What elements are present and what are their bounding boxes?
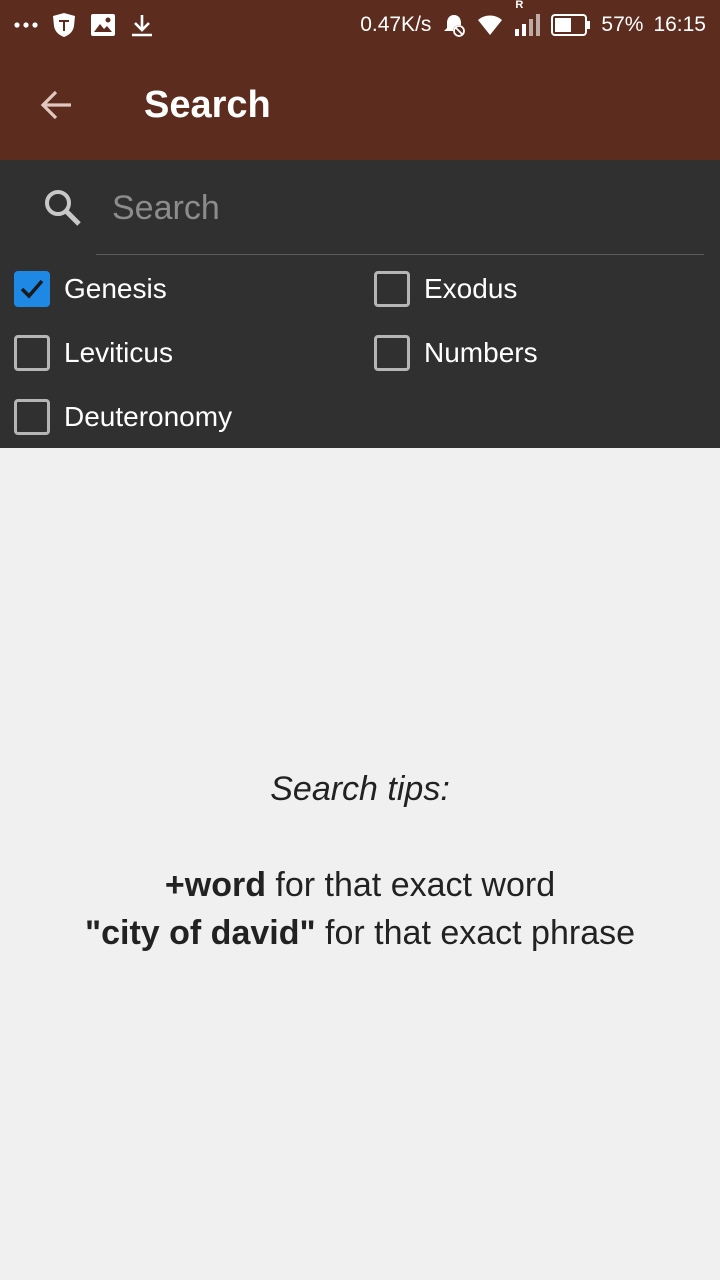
check-icon [20, 279, 44, 299]
book-label: Genesis [64, 273, 167, 304]
image-icon [90, 13, 116, 37]
tip-exact-word-syntax: +word [164, 866, 266, 904]
status-bar: 0.47K/s R 57% 16:15 [0, 0, 720, 50]
tip-exact-phrase-syntax: "city of david" [84, 914, 316, 952]
book-checkbox-numbers[interactable]: Numbers [360, 321, 720, 385]
tip-exact-word: +word for that exact word [0, 861, 720, 909]
search-underline [96, 254, 704, 255]
search-input[interactable] [96, 178, 704, 238]
book-checkbox-genesis[interactable]: Genesis [0, 257, 360, 321]
battery-icon [551, 14, 591, 36]
book-checkbox-deuteronomy[interactable]: Deuteronomy [0, 385, 360, 449]
more-notifications-icon [14, 21, 38, 29]
tip-exact-word-text: for that exact word [265, 866, 556, 904]
status-right: 0.47K/s R 57% 16:15 [360, 0, 706, 38]
tips-title: Search tips: [270, 770, 450, 808]
checkbox[interactable] [14, 335, 50, 371]
checkbox[interactable] [14, 399, 50, 435]
search-tips: Search tips: +word for that exact word "… [0, 770, 720, 957]
shield-icon [52, 12, 76, 38]
arrow-left-icon [40, 90, 71, 120]
alarm-off-icon [441, 12, 467, 38]
search-icon [0, 160, 96, 256]
battery-level: 57% [601, 13, 644, 36]
back-button[interactable] [0, 50, 112, 160]
book-label: Numbers [424, 337, 538, 368]
book-filter-grid: Genesis Exodus Leviticus Numbers Deutero… [0, 256, 720, 449]
checkbox[interactable] [374, 271, 410, 307]
roaming-indicator: R [515, 0, 524, 11]
book-checkbox-leviticus[interactable]: Leviticus [0, 321, 360, 385]
tip-exact-phrase-text: for that exact phrase [315, 914, 636, 952]
network-speed: 0.47K/s [360, 13, 432, 36]
search-row [0, 160, 720, 256]
book-label: Exodus [424, 273, 518, 304]
wifi-icon [477, 14, 503, 36]
app-bar: Search [0, 50, 720, 160]
signal-roaming-icon: R [513, 0, 541, 37]
download-icon [130, 13, 154, 37]
clock: 16:15 [653, 13, 706, 36]
book-label: Deuteronomy [64, 401, 233, 432]
status-left [14, 12, 154, 38]
book-label: Leviticus [64, 337, 173, 368]
checkbox[interactable] [374, 335, 410, 371]
checkbox[interactable] [14, 271, 50, 307]
book-checkbox-exodus[interactable]: Exodus [360, 257, 720, 321]
page-title: Search [144, 83, 271, 126]
search-panel: Genesis Exodus Leviticus Numbers Deutero… [0, 160, 720, 448]
tip-exact-phrase: "city of david" for that exact phrase [0, 909, 720, 957]
